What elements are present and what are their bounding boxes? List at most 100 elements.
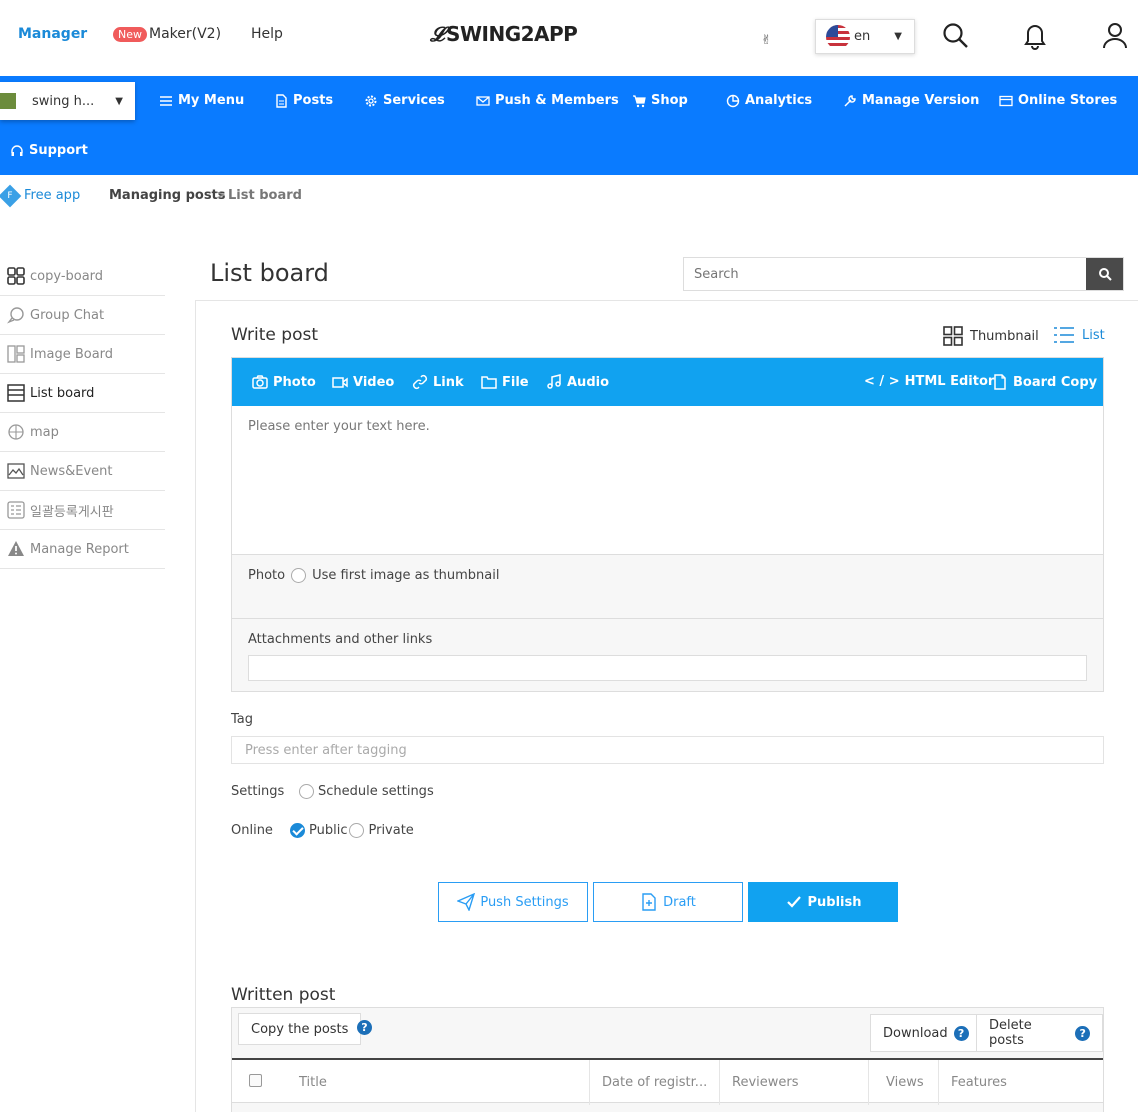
column-reviewers[interactable]: Reviewers <box>719 1060 868 1105</box>
toolbar-board-copy[interactable]: Board Copy <box>992 374 1097 390</box>
view-thumbnail-label: Thumbnail <box>970 328 1039 344</box>
video-icon <box>332 377 348 388</box>
new-document-icon <box>642 893 656 911</box>
link-icon <box>412 374 428 390</box>
copy-posts-button[interactable]: Copy the posts <box>238 1013 362 1045</box>
push-settings-label: Push Settings <box>480 894 569 910</box>
schedule-option-label: Schedule settings <box>318 784 434 799</box>
checkmark-icon <box>786 896 801 908</box>
app-selector[interactable]: swing h... ▼ <box>0 82 135 120</box>
attachments-label: Attachments and other links <box>248 632 433 647</box>
draft-button[interactable]: Draft <box>593 882 743 922</box>
help-link[interactable]: Help <box>251 26 283 42</box>
breadcrumb-managing-posts[interactable]: Managing posts <box>109 188 226 203</box>
page-title: List board <box>210 259 329 287</box>
maker-link[interactable]: New Maker(V2) <box>113 26 221 42</box>
toolbar-audio[interactable]: Audio <box>546 374 609 390</box>
search-button[interactable] <box>1086 258 1123 290</box>
nav-posts[interactable]: Posts <box>274 93 333 108</box>
thumbnail-radio[interactable] <box>291 568 307 583</box>
nav-shop[interactable]: Shop <box>632 93 688 108</box>
public-radio[interactable] <box>290 823 305 838</box>
warning-icon <box>8 541 24 556</box>
toolbar-label: Link <box>433 374 464 390</box>
column-features[interactable]: Features <box>938 1060 1088 1105</box>
search-icon[interactable] <box>940 20 970 50</box>
manager-link[interactable]: Manager <box>18 26 87 42</box>
board-search <box>683 257 1124 291</box>
breadcrumb-separator: > <box>215 188 226 203</box>
nav-label: Support <box>29 143 88 158</box>
nav-label: Posts <box>293 93 334 108</box>
picture-icon <box>7 463 25 479</box>
attachments-field[interactable] <box>248 655 1087 681</box>
attachments-divider <box>232 618 1103 619</box>
copy-help-icon[interactable]: ? <box>357 1020 372 1035</box>
bell-icon[interactable] <box>1020 20 1050 50</box>
post-body-editor[interactable]: Please enter your text here. <box>232 406 1103 555</box>
toolbar-file[interactable]: File <box>481 374 529 390</box>
view-list-toggle[interactable]: List <box>1053 326 1105 344</box>
tag-input[interactable]: Press enter after tagging <box>231 736 1104 764</box>
push-settings-button[interactable]: Push Settings <box>438 882 588 922</box>
toolbar-label: Audio <box>567 374 610 390</box>
private-radio[interactable] <box>349 823 365 838</box>
sidebar-item-list-board[interactable]: List board <box>0 374 165 413</box>
sidebar-item-label: List board <box>30 385 95 401</box>
sidebar-item-group-chat[interactable]: Group Chat <box>0 296 165 335</box>
sidebar-item-image-board[interactable]: Image Board <box>0 335 165 374</box>
logo[interactable]: 𝓛 SWING2APP <box>430 22 578 46</box>
search-input[interactable] <box>684 258 1086 290</box>
nav-manage-version[interactable]: Manage Version <box>843 93 979 108</box>
nav-label: Shop <box>651 93 688 108</box>
column-views[interactable]: Views <box>868 1060 938 1105</box>
nav-my-menu[interactable]: My Menu <box>159 93 244 108</box>
toolbar-label: Video <box>353 374 395 390</box>
toolbar-photo[interactable]: Photo <box>252 374 316 390</box>
list-icon <box>7 384 25 402</box>
download-button[interactable]: Download ? <box>870 1014 982 1052</box>
sidebar-item-manage-report[interactable]: Manage Report <box>0 530 165 569</box>
download-help-icon[interactable]: ? <box>953 1025 969 1041</box>
delete-posts-button[interactable]: Delete posts ? <box>976 1014 1103 1052</box>
private-option-label: Private <box>368 823 414 838</box>
badge-letter: F <box>7 191 13 201</box>
delete-posts-label: Delete posts <box>989 1018 1032 1048</box>
sidebar-item-copy-board[interactable]: copy-board <box>0 257 165 296</box>
sidebar-item-map[interactable]: map <box>0 413 165 452</box>
user-icon[interactable] <box>1100 20 1130 50</box>
breadcrumb-free-app[interactable]: Free app <box>24 188 80 203</box>
sidebar-item-news-event[interactable]: News&Event <box>0 452 165 491</box>
toolbar-video[interactable]: Video <box>332 374 394 390</box>
publish-button[interactable]: Publish <box>748 882 898 922</box>
nav-services[interactable]: Services <box>364 93 445 108</box>
sidebar-item-bulk-board[interactable]: 일괄등록게시판 <box>0 491 165 530</box>
sidebar-item-label: Group Chat <box>30 307 105 323</box>
schedule-radio[interactable] <box>299 784 314 799</box>
cart-icon <box>633 94 646 107</box>
column-title[interactable]: Title <box>287 1060 589 1105</box>
post-editor: Photo Video Link File Audio < / > HTML E… <box>231 357 1104 692</box>
sidebar-item-label: Manage Report <box>30 541 129 557</box>
online-row: Online Public Private <box>231 823 414 838</box>
nav-push-members[interactable]: Push & Members <box>476 93 619 108</box>
us-flag-icon <box>826 24 850 49</box>
column-date[interactable]: Date of registr... <box>589 1060 719 1105</box>
nav-label: Push & Members <box>495 93 619 108</box>
photo-row: Photo Use first image as thumbnail <box>248 568 499 583</box>
toolbar-link[interactable]: Link <box>412 374 464 390</box>
camera-icon <box>252 375 268 389</box>
write-post-title: Write post <box>231 325 319 345</box>
toolbar-html-editor[interactable]: < / > HTML Editor <box>864 374 994 389</box>
nav-support[interactable]: Support <box>10 143 88 158</box>
delete-help-icon[interactable]: ? <box>1075 1025 1090 1041</box>
select-all-checkbox[interactable] <box>249 1074 262 1087</box>
language-select[interactable]: en ▼ <box>815 19 915 54</box>
free-app-badge: F <box>0 184 22 208</box>
nav-analytics[interactable]: Analytics <box>726 93 812 108</box>
nav-online-stores[interactable]: Online Stores <box>999 93 1117 108</box>
nav-label: Manage Version <box>862 93 980 108</box>
sidebar-item-label: Image Board <box>30 346 114 362</box>
view-thumbnail-toggle[interactable]: Thumbnail <box>943 326 1039 346</box>
breadcrumb-current: List board <box>228 188 302 203</box>
